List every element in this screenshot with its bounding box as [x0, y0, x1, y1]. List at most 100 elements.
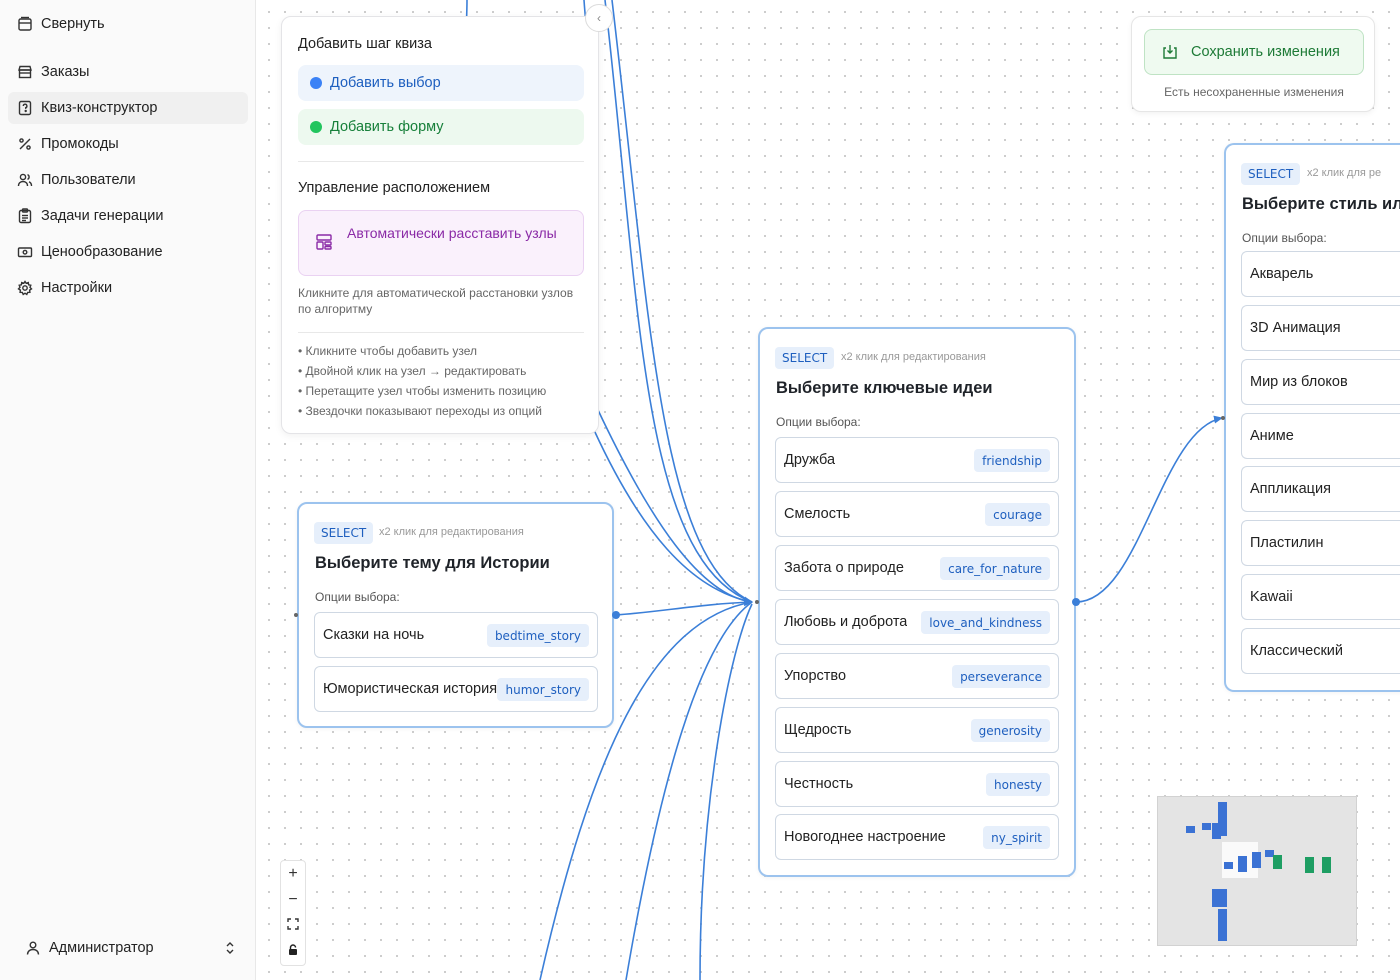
blue-dot-icon: [310, 77, 322, 89]
option-item[interactable]: Акварель: [1241, 251, 1400, 297]
option-item[interactable]: Сказки на ночь bedtime_story: [314, 612, 598, 658]
minimap-node: [1322, 857, 1331, 873]
gear-icon: [17, 280, 33, 296]
quiz-node-story-theme[interactable]: SELECT x2 клик для редактирования Выбери…: [297, 502, 614, 728]
add-step-heading: Добавить шаг квиза: [298, 36, 432, 52]
store-icon: [17, 64, 33, 80]
option-item[interactable]: Аниме: [1241, 413, 1400, 459]
minimap-node: [1186, 826, 1195, 833]
layout-heading: Управление расположением: [298, 180, 491, 196]
node-type-badge: SELECT: [775, 347, 835, 369]
option-key-badge: care_for_nature: [940, 557, 1050, 580]
sidebar-item-promocodes[interactable]: Промокоды: [8, 128, 248, 160]
divider: [298, 161, 584, 162]
quiz-node-key-ideas[interactable]: SELECT x2 клик для редактирования Выбери…: [758, 327, 1076, 877]
zoom-in-button[interactable]: +: [281, 861, 305, 887]
quiz-node-illustration-style[interactable]: SELECT x2 клик для ре Выберите стиль ил …: [1224, 143, 1400, 692]
sidebar: Свернуть Заказы Квиз-конструктор Промоко…: [0, 0, 256, 980]
option-label: Новогоднее настроение: [784, 829, 946, 845]
option-key-badge: love_and_kindness: [921, 611, 1050, 634]
user-icon: [25, 940, 41, 956]
tools-panel: Добавить шаг квиза Добавить выбор Добави…: [281, 16, 599, 434]
option-label: Смелость: [784, 506, 851, 522]
minimap-node: [1202, 823, 1211, 830]
option-label: Забота о природе: [784, 560, 904, 576]
option-item[interactable]: Дружба friendship: [775, 437, 1059, 483]
minimap-node: [1305, 857, 1314, 873]
option-key-badge: humor_story: [497, 678, 589, 701]
sidebar-item-label: Квиз-конструктор: [41, 100, 158, 116]
tip: • Звездочки показывают переходы из опций: [298, 404, 542, 418]
option-item[interactable]: Аппликация: [1241, 466, 1400, 512]
tip: • Кликните чтобы добавить узел: [298, 344, 478, 358]
lock-icon: [287, 943, 299, 961]
sidebar-item-settings[interactable]: Настройки: [8, 272, 248, 304]
zoom-out-button[interactable]: −: [281, 887, 305, 913]
source-handle[interactable]: [612, 611, 620, 619]
zoom-controls: + −: [280, 860, 306, 966]
auto-layout-hint: Кликните для автоматической расстановки …: [298, 286, 574, 316]
lock-button[interactable]: [281, 939, 305, 965]
collapse-panel-button[interactable]: ‹: [585, 4, 613, 32]
sidebar-item-orders[interactable]: Заказы: [8, 56, 248, 88]
option-label: Мир из блоков: [1250, 374, 1348, 390]
minimap-node: [1218, 909, 1227, 941]
user-name: Администратор: [49, 940, 154, 956]
option-item[interactable]: Честность honesty: [775, 761, 1059, 807]
option-item[interactable]: Смелость courage: [775, 491, 1059, 537]
sidebar-item-pricing[interactable]: Ценообразование: [8, 236, 248, 268]
option-item[interactable]: Любовь и доброта love_and_kindness: [775, 599, 1059, 645]
target-handle[interactable]: [294, 613, 298, 617]
option-label: Kawaii: [1250, 589, 1293, 605]
option-item[interactable]: Забота о природе care_for_nature: [775, 545, 1059, 591]
option-item[interactable]: Щедрость generosity: [775, 707, 1059, 753]
target-handle[interactable]: [755, 600, 759, 604]
minimap-node: [1252, 852, 1261, 868]
unsaved-changes-note: Есть несохраненные изменения: [1164, 85, 1344, 99]
source-handle[interactable]: [1072, 598, 1080, 606]
option-key-badge: courage: [985, 503, 1050, 526]
target-handle[interactable]: [1221, 416, 1225, 420]
node-type-badge: SELECT: [314, 522, 374, 544]
collapse-sidebar-button[interactable]: Свернуть: [8, 8, 248, 40]
option-item[interactable]: Упорство perseverance: [775, 653, 1059, 699]
option-item[interactable]: Классический: [1241, 628, 1400, 674]
option-item[interactable]: Пластилин: [1241, 520, 1400, 566]
sidebar-item-generation-tasks[interactable]: Задачи генерации: [8, 200, 248, 232]
minimap-node: [1218, 802, 1227, 836]
options-label: Опции выбора:: [776, 415, 861, 429]
option-item[interactable]: Kawaii: [1241, 574, 1400, 620]
fit-view-button[interactable]: [281, 913, 305, 939]
minimap-node: [1218, 889, 1227, 907]
option-label: Пластилин: [1250, 535, 1324, 551]
option-label: Классический: [1250, 643, 1343, 659]
chevron-left-icon: ‹: [597, 11, 601, 25]
sidebar-item-users[interactable]: Пользователи: [8, 164, 248, 196]
quiz-icon: [17, 100, 33, 116]
option-label: Любовь и доброта: [784, 614, 908, 630]
minimap-node: [1273, 855, 1282, 869]
option-label: Щедрость: [784, 722, 852, 738]
plus-icon: +: [288, 865, 298, 882]
sidebar-item-label: Настройки: [41, 280, 113, 296]
add-choice-button[interactable]: Добавить выбор: [298, 65, 584, 101]
sidebar-item-quiz-builder[interactable]: Квиз-конструктор: [8, 92, 248, 124]
user-menu[interactable]: Администратор: [8, 932, 248, 964]
add-choice-label: Добавить выбор: [330, 75, 441, 91]
node-title: Выберите тему для Истории: [315, 554, 550, 572]
option-item[interactable]: Мир из блоков: [1241, 359, 1400, 405]
option-key-badge: perseverance: [952, 665, 1050, 688]
save-changes-button[interactable]: Сохранить изменения: [1144, 29, 1364, 75]
option-item[interactable]: Юмористическая история humor_story: [314, 666, 598, 712]
sidebar-item-label: Пользователи: [41, 172, 136, 188]
node-title: Выберите ключевые идеи: [776, 379, 993, 397]
percent-icon: [17, 136, 33, 152]
option-item[interactable]: 3D Анимация: [1241, 305, 1400, 351]
divider: [298, 332, 584, 333]
panel-icon: [17, 16, 33, 32]
add-form-button[interactable]: Добавить форму: [298, 109, 584, 145]
green-dot-icon: [310, 121, 322, 133]
minimap[interactable]: [1157, 796, 1357, 946]
option-item[interactable]: Новогоднее настроение ny_spirit: [775, 814, 1059, 860]
auto-layout-button[interactable]: Автоматически расставить узлы: [298, 210, 584, 276]
